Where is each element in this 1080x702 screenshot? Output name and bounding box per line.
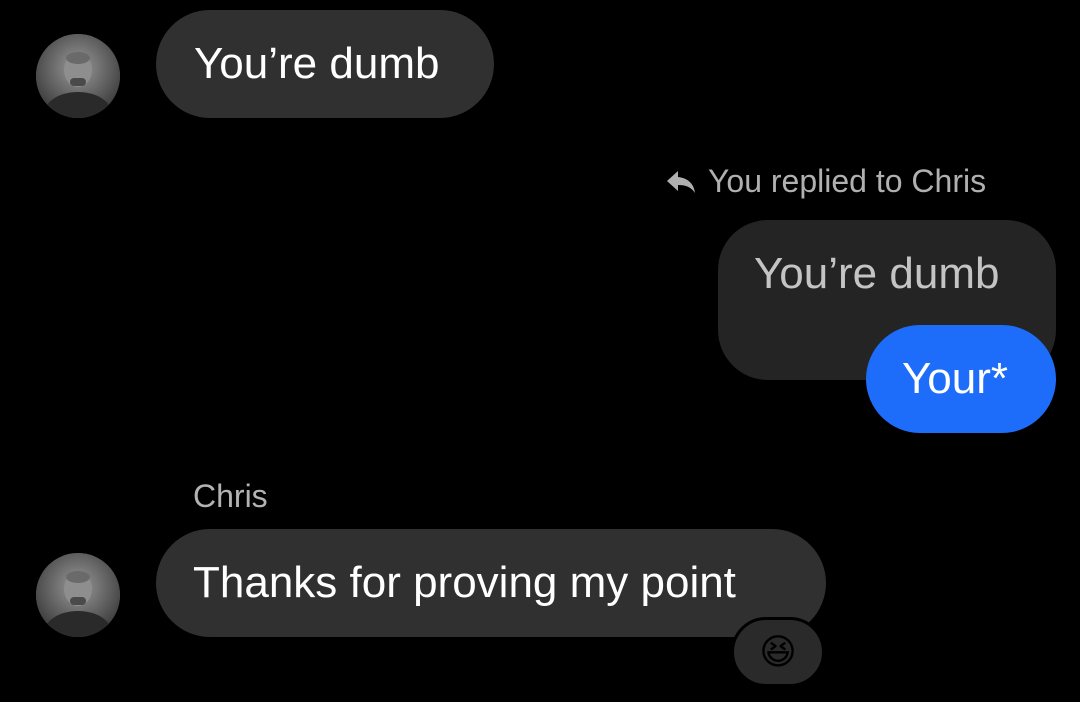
sender-avatar[interactable] bbox=[36, 34, 120, 118]
laughing-emoji-icon: 😆 bbox=[759, 631, 797, 672]
reply-indicator: You replied to Chris bbox=[666, 163, 986, 200]
message-text: You’re dumb bbox=[194, 39, 440, 88]
outgoing-message-text: Your* bbox=[902, 354, 1009, 403]
person-photo-icon bbox=[36, 34, 120, 118]
conversation-view: You’re dumb You replied to Chris You’re … bbox=[0, 0, 1080, 702]
sender-avatar[interactable] bbox=[36, 553, 120, 637]
outgoing-message-bubble[interactable]: Your* bbox=[866, 325, 1056, 433]
message-text: Thanks for proving my point bbox=[193, 558, 736, 607]
reaction-badge[interactable]: 😆 bbox=[731, 617, 825, 687]
quoted-message-text: You’re dumb bbox=[754, 249, 1000, 298]
person-photo-icon bbox=[36, 553, 120, 637]
incoming-message-bubble[interactable]: You’re dumb bbox=[156, 10, 494, 118]
sender-name: Chris bbox=[193, 478, 268, 514]
reply-arrow-icon bbox=[667, 170, 695, 193]
incoming-message-bubble[interactable]: Thanks for proving my point bbox=[156, 529, 826, 637]
reply-indicator-text: You replied to Chris bbox=[708, 163, 987, 199]
